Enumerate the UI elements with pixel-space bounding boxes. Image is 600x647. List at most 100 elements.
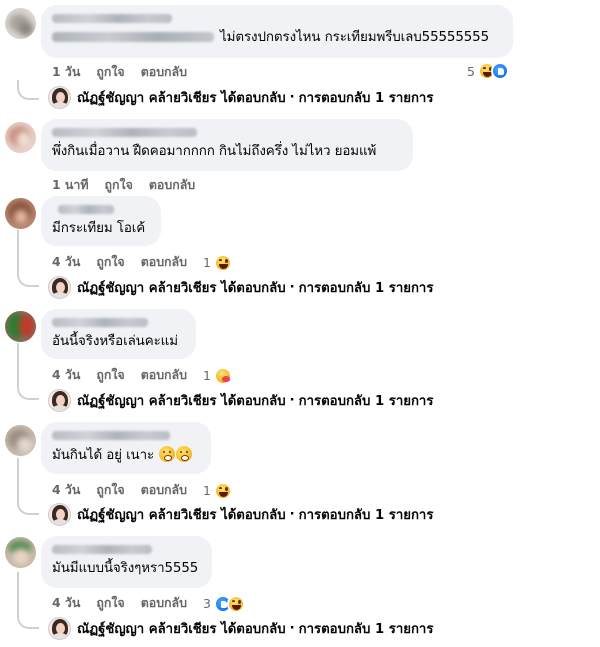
avatar[interactable] [5, 8, 36, 39]
comment-bubble: มันมีแบบนี้จริงๆหรา5555 [41, 536, 212, 588]
comment-bubble: มีกระเทียม โอเค้ [41, 196, 161, 246]
like-button[interactable]: ถูกใจ [96, 253, 124, 272]
author-name[interactable] [52, 431, 170, 440]
avatar[interactable] [5, 537, 36, 568]
replier-avatar [48, 389, 71, 412]
timestamp[interactable]: 4 วัน [52, 594, 80, 613]
like-button[interactable]: ถูกใจ [105, 176, 133, 195]
comment-actions: 4 วัน ถูกใจ ตอบกลับ 1 [52, 481, 232, 500]
reply-count: การตอบกลับ 1 รายการ [298, 622, 434, 637]
author-name[interactable] [52, 14, 172, 23]
like-button[interactable]: ถูกใจ [96, 63, 124, 82]
like-button[interactable]: ถูกใจ [96, 594, 124, 613]
avatar[interactable] [5, 311, 36, 342]
reply-count: การตอบกลับ 1 รายการ [298, 508, 434, 523]
view-replies-link[interactable]: ณัฏฐ์ชัญญา คล้ายวิเชียร ได้ตอบกลับ · การตอ… [48, 389, 433, 412]
timestamp[interactable]: 1 วัน [52, 63, 80, 82]
comment-actions: 4 วัน ถูกใจ ตอบกลับ 1 [52, 253, 232, 272]
author-name[interactable] [52, 128, 197, 137]
comment-actions: 1 นาที ถูกใจ ตอบกลับ [52, 176, 211, 195]
replier-name: ณัฏฐ์ชัญญา คล้ายวิเชียร [77, 622, 217, 637]
thread-line [17, 343, 39, 400]
care-icon [213, 366, 232, 385]
author-name[interactable] [52, 318, 148, 327]
thread-line [17, 230, 39, 287]
thread-line [17, 80, 39, 100]
replier-name: ณัฏฐ์ชัญญา คล้ายวิเชียร [77, 281, 217, 296]
reply-action: ได้ตอบกลับ [221, 91, 286, 106]
reply-button[interactable]: ตอบกลับ [141, 594, 187, 613]
reaction-count: 1 [203, 255, 211, 270]
reaction-count: 1 [203, 483, 211, 498]
reply-action: ได้ตอบกลับ [221, 281, 286, 296]
comment-text: มันมีแบบนี้จริงๆหรา5555 [52, 561, 199, 576]
avatar[interactable] [5, 198, 36, 229]
replier-avatar [48, 617, 71, 640]
reply-action: ได้ตอบกลับ [221, 508, 286, 523]
emoji-icon [159, 446, 176, 462]
replier-name: ณัฏฐ์ชัญญา คล้ายวิเชียร [77, 91, 217, 106]
separator: · [289, 393, 295, 408]
reaction-count: 1 [203, 368, 211, 383]
reply-button[interactable]: ตอบกลับ [149, 176, 195, 195]
timestamp[interactable]: 4 วัน [52, 366, 80, 385]
reaction-count: 3 [203, 596, 211, 611]
comment-text: ไม่ตรงปกตรงไหน กระเทียมพรีบเลบ55555555 [52, 29, 502, 46]
replier-name: ณัฏฐ์ชัญญา คล้ายวิเชียร [77, 508, 217, 523]
author-name[interactable] [52, 545, 152, 554]
emoji-icon [176, 446, 193, 462]
reaction-summary[interactable]: 1 [203, 366, 232, 385]
comment-text: มันกินได้ อยู่ เนาะ [52, 446, 200, 464]
reply-button[interactable]: ตอบกลับ [141, 253, 187, 272]
replier-avatar [48, 276, 71, 299]
reaction-summary[interactable]: 1 [203, 481, 232, 500]
comment-bubble: มันกินได้ อยู่ เนาะ [41, 422, 211, 474]
timestamp[interactable]: 1 นาที [52, 176, 89, 195]
reaction-summary[interactable]: 1 [203, 253, 232, 272]
author-name[interactable] [58, 205, 114, 214]
comment-actions: 4 วัน ถูกใจ ตอบกลับ 1 [52, 366, 232, 385]
timestamp[interactable]: 4 วัน [52, 481, 80, 500]
haha-icon [213, 481, 232, 500]
reply-button[interactable]: ตอบกลับ [141, 63, 187, 82]
comment-text: มีกระเทียม โอเค้ [52, 221, 146, 236]
haha-icon [226, 594, 245, 613]
separator: · [289, 621, 295, 636]
replier-avatar [48, 503, 71, 526]
replier-avatar [48, 86, 71, 109]
reaction-count: 5 [467, 63, 475, 79]
comment-bubble: ไม่ตรงปกตรงไหน กระเทียมพรีบเลบ55555555 [41, 5, 513, 58]
timestamp[interactable]: 4 วัน [52, 253, 80, 272]
separator: · [289, 90, 295, 105]
thread-line [17, 458, 39, 515]
like-button[interactable]: ถูกใจ [96, 366, 124, 385]
reply-count: การตอบกลับ 1 รายการ [298, 394, 434, 409]
separator: · [289, 280, 295, 295]
reply-button[interactable]: ตอบกลับ [141, 366, 187, 385]
view-replies-link[interactable]: ณัฏฐ์ชัญญา คล้ายวิเชียร ได้ตอบกลับ · การตอ… [48, 86, 433, 109]
tagged-name[interactable] [52, 32, 214, 42]
comment-text: อันนี้จริงหรือเล่นคะแม่ [52, 334, 178, 349]
reply-count: การตอบกลับ 1 รายการ [298, 281, 434, 296]
comment-bubble: พึ่งกินเมื่อวาน ฝืดคอมากกกก กินไม่ถึงครึ… [41, 119, 413, 171]
comment-text: พึ่งกินเมื่อวาน ฝืดคอมากกกก กินไม่ถึงครึ… [52, 144, 377, 159]
thread-line [17, 572, 39, 629]
avatar[interactable] [5, 122, 36, 153]
reply-button[interactable]: ตอบกลับ [141, 481, 187, 500]
view-replies-link[interactable]: ณัฏฐ์ชัญญา คล้ายวิเชียร ได้ตอบกลับ · การตอ… [48, 276, 433, 299]
reply-action: ได้ตอบกลับ [221, 394, 286, 409]
view-replies-link[interactable]: ณัฏฐ์ชัญญา คล้ายวิเชียร ได้ตอบกลับ · การตอ… [48, 617, 433, 640]
reaction-summary[interactable]: 3 [203, 594, 245, 613]
reaction-summary[interactable]: 5 [467, 62, 509, 80]
comment-bubble: อันนี้จริงหรือเล่นคะแม่ [41, 309, 196, 359]
like-icon [490, 62, 509, 80]
separator: · [289, 507, 295, 522]
like-button[interactable]: ถูกใจ [96, 481, 124, 500]
comment-actions: 4 วัน ถูกใจ ตอบกลับ 3 [52, 594, 245, 613]
replier-name: ณัฏฐ์ชัญญา คล้ายวิเชียร [77, 394, 217, 409]
comment-actions: 1 วัน ถูกใจ ตอบกลับ [52, 63, 203, 82]
haha-icon [213, 253, 232, 272]
reply-action: ได้ตอบกลับ [221, 622, 286, 637]
view-replies-link[interactable]: ณัฏฐ์ชัญญา คล้ายวิเชียร ได้ตอบกลับ · การตอ… [48, 503, 433, 526]
avatar[interactable] [5, 425, 36, 456]
